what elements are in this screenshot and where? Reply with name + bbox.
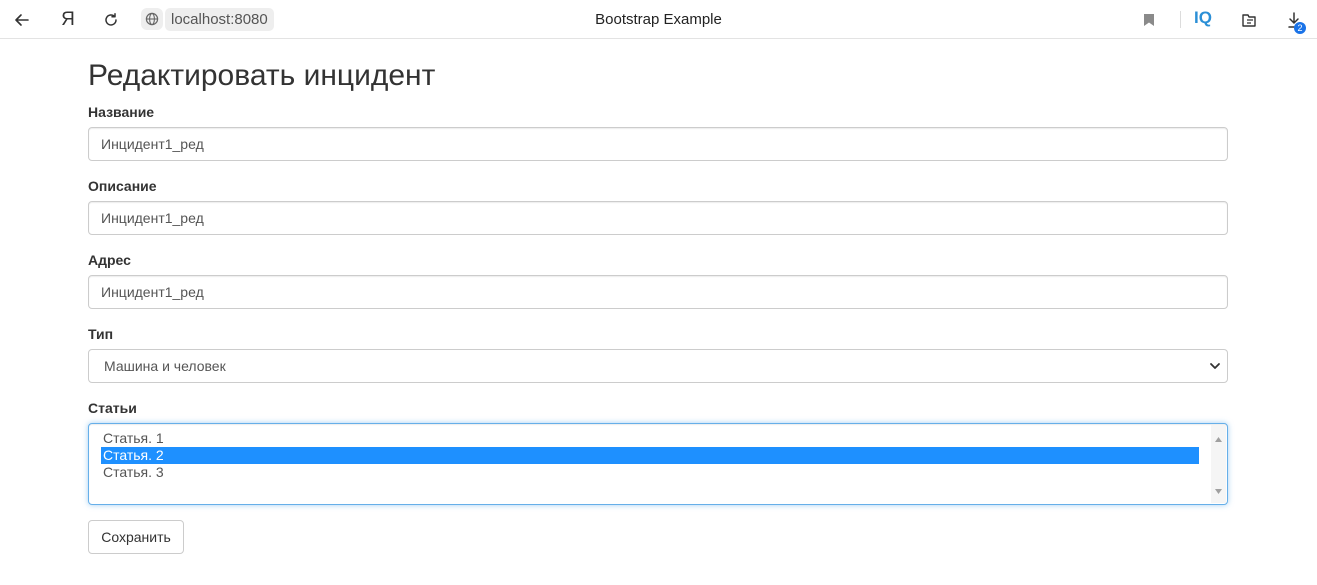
scroll-up-icon[interactable] (1215, 429, 1222, 447)
iq-icon[interactable]: IQ (1194, 8, 1212, 28)
type-select[interactable]: Машина и человек (88, 349, 1228, 383)
page-scrollbar[interactable] (1303, 39, 1317, 585)
page-title: Редактировать инцидент (88, 59, 436, 92)
yandex-icon[interactable]: Я (54, 6, 82, 34)
listbox-scrollbar[interactable] (1211, 425, 1226, 503)
articles-option[interactable]: Статья. 1 (101, 430, 1199, 447)
address-bar[interactable]: localhost:8080 (165, 8, 274, 31)
address-label: Адрес (88, 252, 131, 268)
description-input[interactable]: Инцидент1_ред (88, 201, 1228, 235)
browser-toolbar: Я localhost:8080 IQ 2 (0, 0, 1317, 39)
name-label: Название (88, 104, 155, 120)
chevron-down-icon[interactable] (1209, 359, 1221, 375)
type-selected-value: Машина и человек (104, 358, 226, 374)
type-label: Тип (88, 326, 114, 342)
downloads-badge: 2 (1294, 22, 1306, 34)
reload-icon[interactable] (97, 6, 125, 34)
collections-icon[interactable] (1235, 6, 1263, 34)
back-icon[interactable] (8, 6, 36, 34)
name-input[interactable]: Инцидент1_ред (88, 127, 1228, 161)
save-button[interactable]: Сохранить (88, 520, 184, 554)
articles-option[interactable]: Статья. 3 (101, 464, 1199, 481)
address-input[interactable]: Инцидент1_ред (88, 275, 1228, 309)
articles-listbox[interactable]: Статья. 1 Статья. 2 Статья. 3 (88, 423, 1228, 505)
articles-option-selected[interactable]: Статья. 2 (101, 447, 1199, 464)
description-label: Описание (88, 178, 157, 194)
globe-icon[interactable] (141, 8, 163, 30)
bookmark-icon[interactable] (1135, 6, 1163, 34)
articles-label: Статьи (88, 400, 137, 416)
toolbar-separator (1180, 11, 1181, 28)
scroll-down-icon[interactable] (1215, 481, 1222, 499)
